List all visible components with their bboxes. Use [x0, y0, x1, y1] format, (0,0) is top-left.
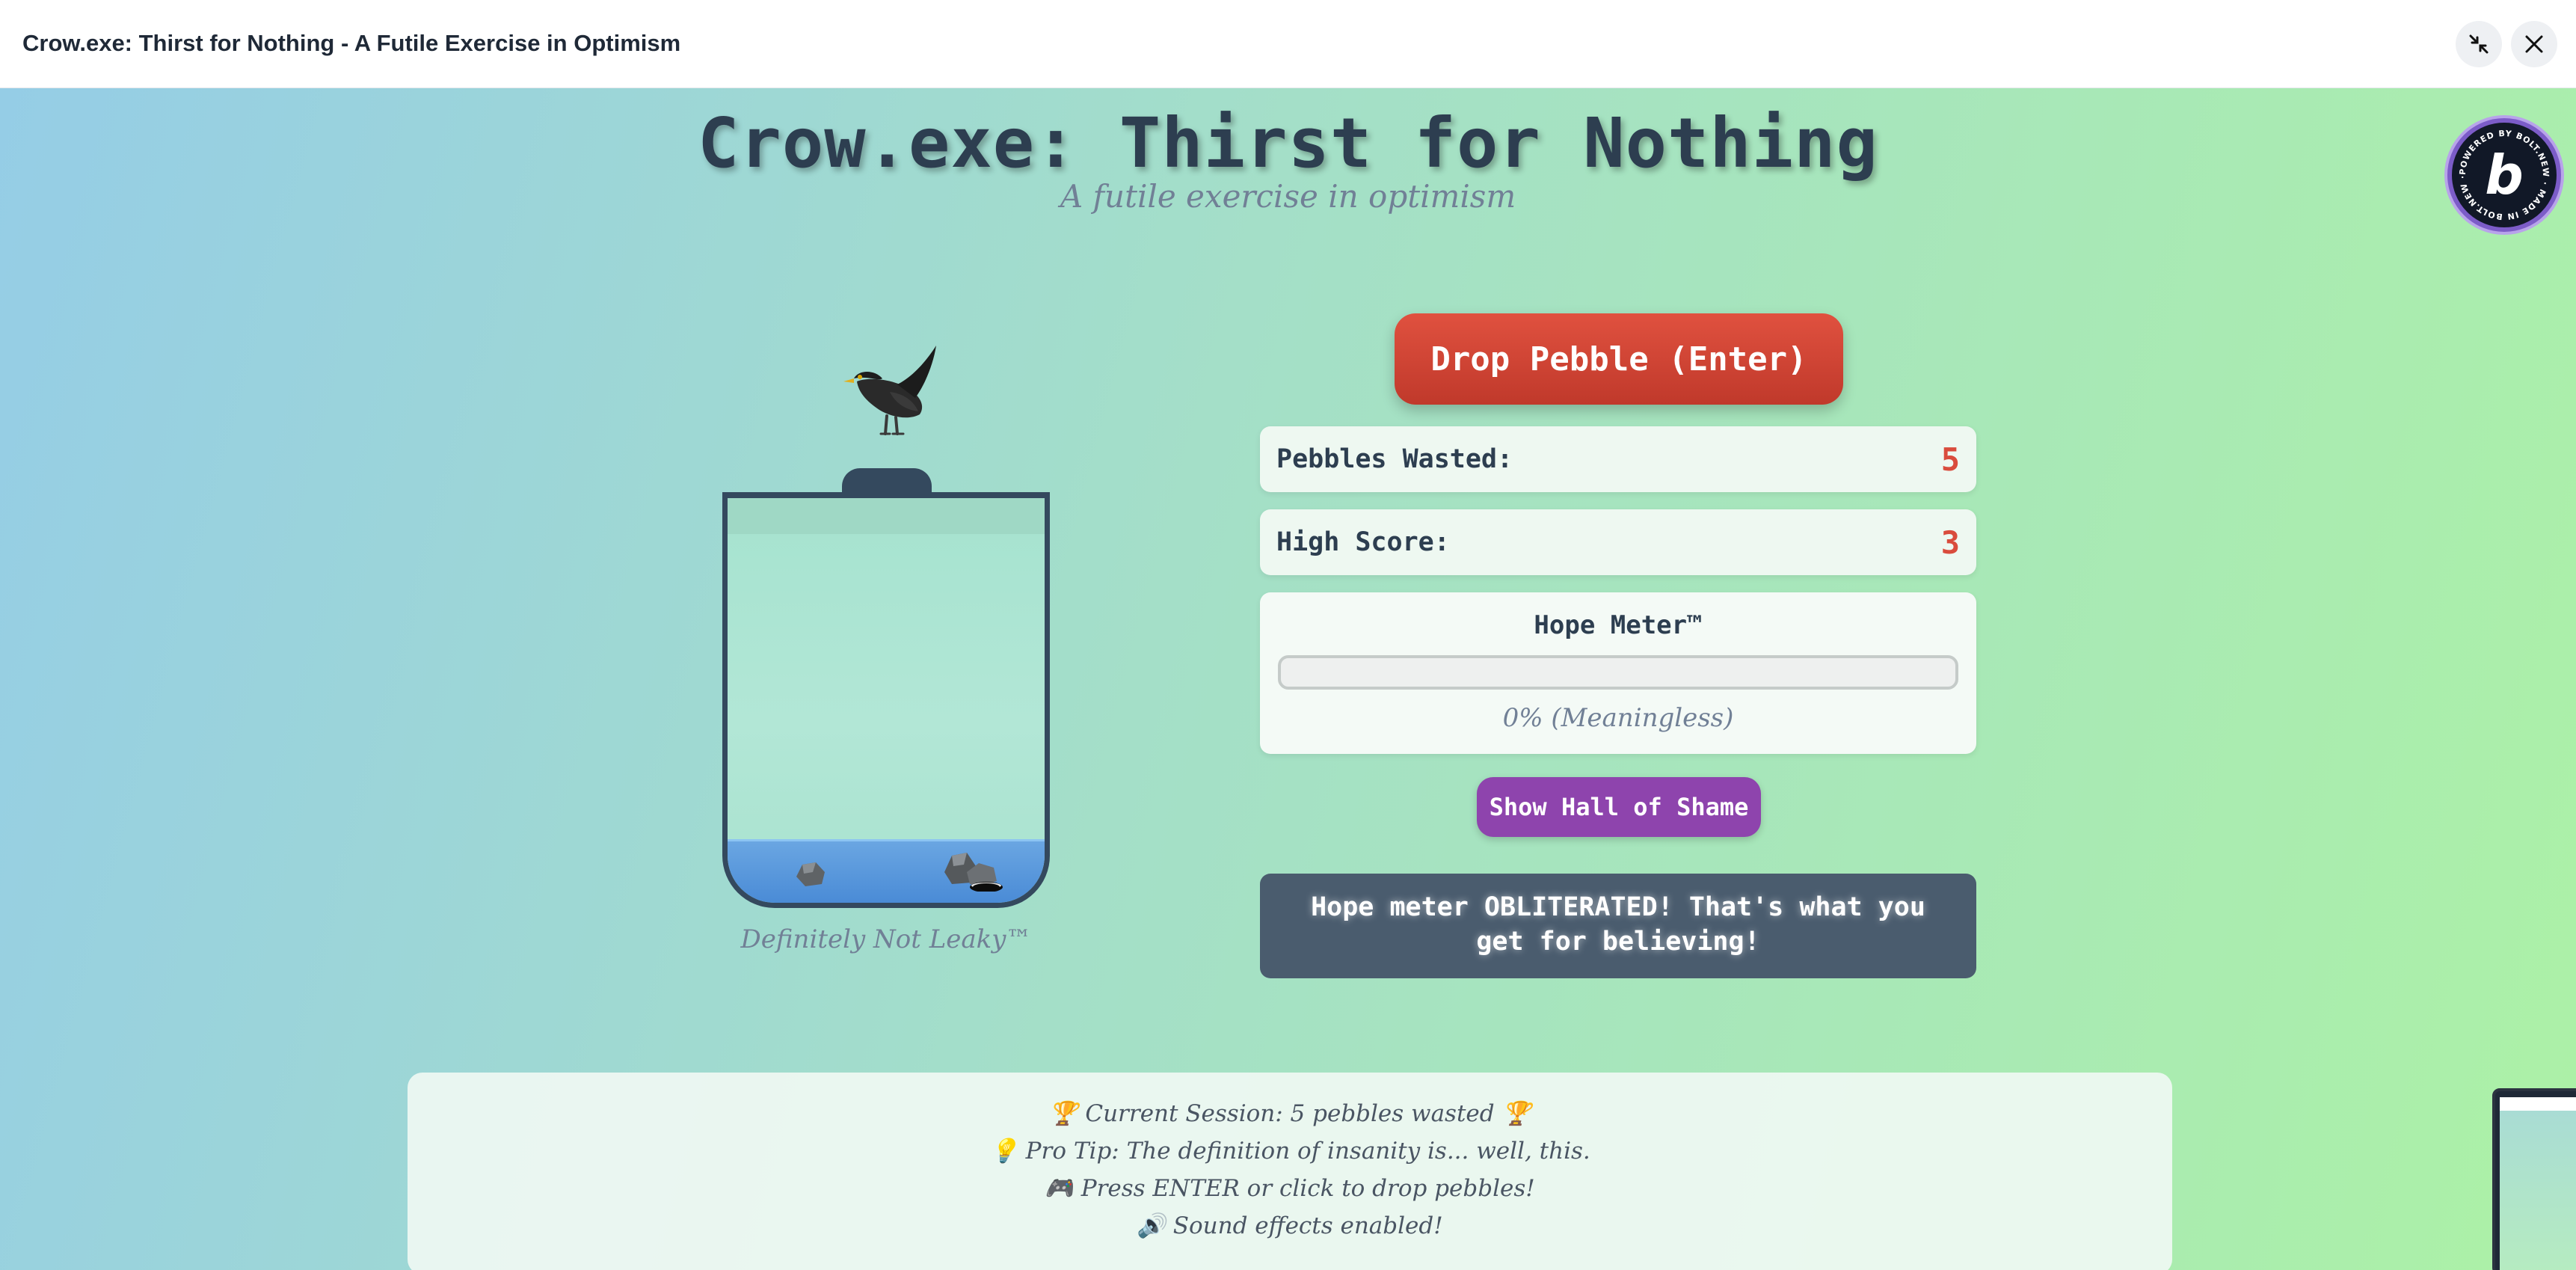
pebbles-wasted-card: Pebbles Wasted: 5: [1260, 426, 1976, 492]
footer-tip-line: 💡 Pro Tip: The definition of insanity is…: [989, 1138, 1590, 1165]
jar-air-band: [728, 498, 1045, 534]
status-message: Hope meter OBLITERATED! That's what you …: [1260, 874, 1976, 978]
preview-thumbnail-image: [2500, 1097, 2576, 1270]
bolt-badge[interactable]: POWERED BY BOLT.NEW · MADE IN BOLT.NEW ·…: [2447, 118, 2561, 232]
pebbles-wasted-value: 5: [1940, 441, 1960, 478]
drop-pebble-button[interactable]: Drop Pebble (Enter): [1395, 313, 1843, 405]
svg-text:POWERED BY BOLT.NEW · MADE IN: POWERED BY BOLT.NEW · MADE IN BOLT.NEW ·: [2458, 129, 2551, 221]
hope-meter-text: 0% (Meaningless): [1502, 703, 1734, 733]
pebbles-wasted-label: Pebbles Wasted:: [1276, 444, 1513, 474]
game-stage: Crow.exe: Thirst for Nothing A futile ex…: [0, 88, 2576, 1270]
high-score-card: High Score: 3: [1260, 509, 1976, 575]
hope-meter-card: Hope Meter™ 0% (Meaningless): [1260, 592, 1976, 754]
session-info-panel: 🏆 Current Session: 5 pebbles wasted 🏆 💡 …: [408, 1073, 2172, 1270]
pebble-jar[interactable]: [722, 492, 1050, 908]
high-score-value: 3: [1940, 524, 1960, 561]
close-button[interactable]: [2511, 21, 2557, 67]
badge-ring-icon: POWERED BY BOLT.NEW · MADE IN BOLT.NEW ·: [2458, 129, 2551, 221]
game-subtitle: A futile exercise in optimism: [1060, 178, 1516, 215]
pebble-icon: [796, 862, 825, 886]
close-icon: [2525, 35, 2543, 53]
hope-meter-bar: [1278, 655, 1958, 690]
hall-of-shame-button[interactable]: Show Hall of Shame: [1477, 777, 1761, 837]
window-titlebar: Crow.exe: Thirst for Nothing - A Futile …: [0, 0, 2576, 88]
hope-meter-title: Hope Meter™: [1534, 610, 1703, 640]
pebble-pile-icon: [944, 853, 1003, 892]
game-title: Crow.exe: Thirst for Nothing: [698, 103, 1878, 183]
footer-session-line: 🏆 Current Session: 5 pebbles wasted 🏆: [1048, 1100, 1531, 1127]
preview-thumbnail[interactable]: [2492, 1088, 2576, 1270]
footer-sound-line: 🔊 Sound effects enabled!: [1137, 1212, 1443, 1239]
footer-controls-line: 🎮 Press ENTER or click to drop pebbles!: [1045, 1175, 1535, 1202]
high-score-label: High Score:: [1276, 527, 1450, 557]
crow-icon: [843, 346, 936, 435]
badge-ring-text: POWERED BY BOLT.NEW · MADE IN BOLT.NEW ·: [2458, 129, 2550, 221]
collapse-button[interactable]: [2456, 21, 2502, 67]
window-title: Crow.exe: Thirst for Nothing - A Futile …: [22, 30, 681, 56]
collapse-icon: [2469, 34, 2489, 54]
jar-label: Definitely Not Leaky™: [740, 924, 1032, 954]
